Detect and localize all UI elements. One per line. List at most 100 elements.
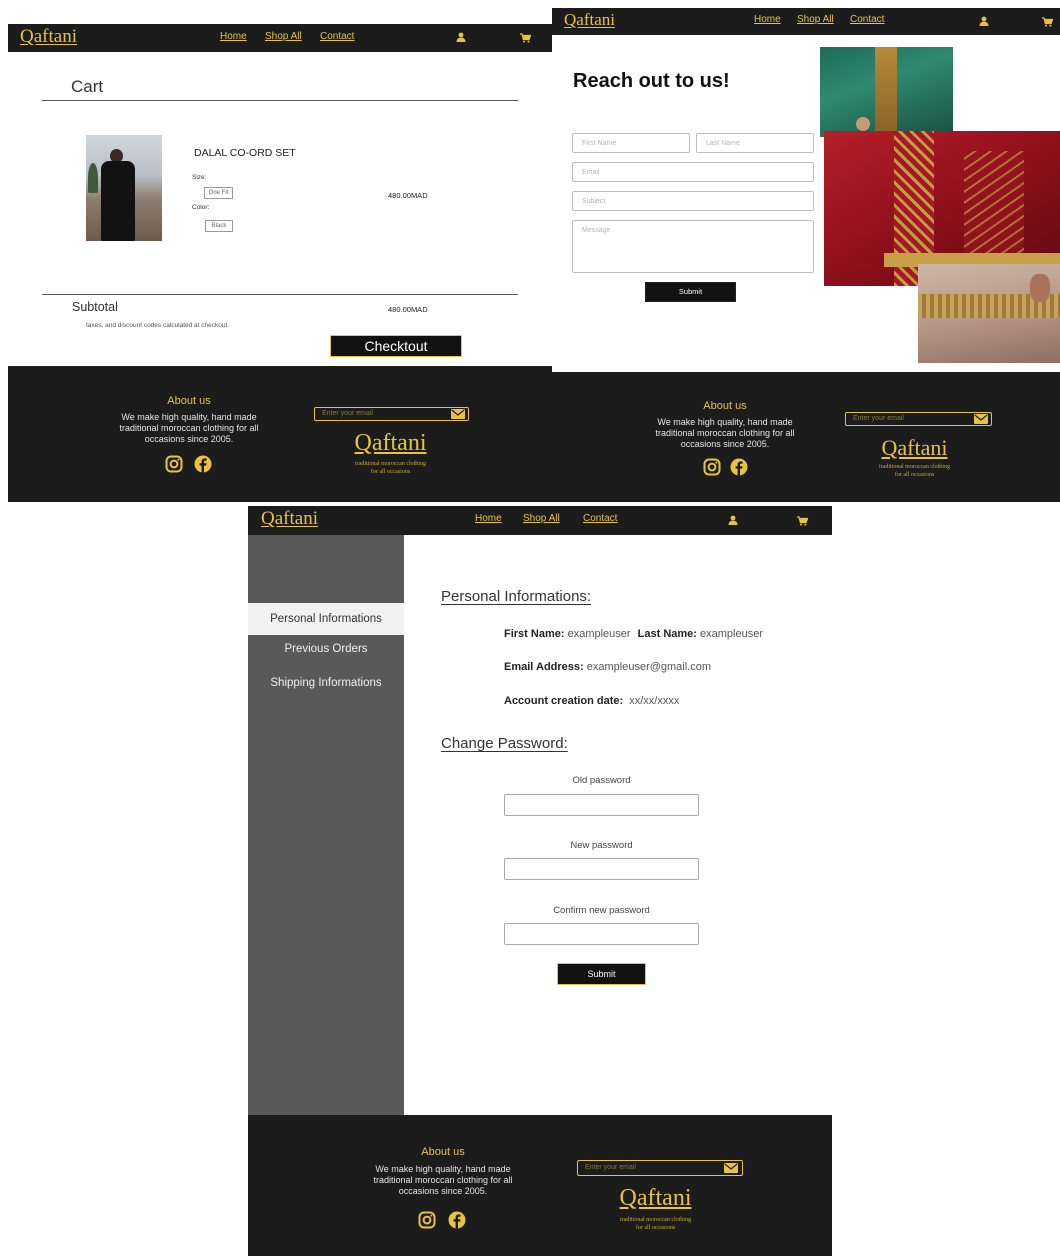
instagram-icon[interactable] bbox=[418, 1211, 436, 1229]
cart-icon[interactable] bbox=[797, 516, 808, 526]
color-option[interactable]: Black bbox=[205, 220, 233, 232]
footer-about-text: We make high quality, hand made traditio… bbox=[119, 412, 259, 444]
first-name-field[interactable]: First Name bbox=[572, 133, 690, 153]
account-page: Qaftani Home Shop All Contact Personal I… bbox=[248, 506, 832, 1256]
first-name-placeholder: First Name bbox=[582, 140, 617, 147]
site-logo[interactable]: Qaftani bbox=[20, 26, 77, 48]
footer: About us We make high quality, hand made… bbox=[552, 372, 1060, 502]
product-image-plant bbox=[88, 163, 98, 193]
newsletter-email-placeholder: Enter your email bbox=[853, 415, 904, 422]
color-label: Color: bbox=[192, 204, 210, 211]
footer-about-text: We make high quality, hand made traditio… bbox=[655, 417, 795, 449]
first-name-value: exampleuser bbox=[567, 628, 631, 640]
footer-about-title: About us bbox=[703, 400, 747, 412]
contact-page: Qaftani Home Shop All Contact Reach out … bbox=[552, 8, 1060, 502]
facebook-icon[interactable] bbox=[448, 1211, 466, 1229]
subtotal-divider bbox=[42, 294, 518, 295]
footer-about-title: About us bbox=[421, 1146, 465, 1158]
new-password-input[interactable] bbox=[504, 858, 699, 880]
sidebar-item-personal[interactable]: Personal Informations bbox=[248, 603, 404, 635]
product-price: 480.00MAD bbox=[388, 191, 428, 200]
caftan-image-green-hand bbox=[856, 117, 870, 131]
user-icon[interactable] bbox=[979, 16, 989, 26]
last-name-value: exampleuser bbox=[700, 628, 763, 640]
subject-placeholder: Subject bbox=[582, 198, 606, 205]
sidebar-item-shipping[interactable]: Shipping Informations bbox=[248, 677, 404, 689]
caftan-image-green-trim bbox=[875, 47, 897, 137]
user-icon[interactable] bbox=[728, 515, 738, 525]
creation-row: Account creation date: xx/xx/xxxx bbox=[504, 695, 679, 707]
navbar: Qaftani Home Shop All Contact bbox=[248, 506, 832, 535]
message-field[interactable]: Message bbox=[572, 220, 814, 273]
confirm-password-input[interactable] bbox=[504, 923, 699, 945]
nav-contact-link[interactable]: Contact bbox=[320, 31, 354, 42]
first-name-label: First Name: bbox=[504, 628, 565, 640]
nav-shop-all-link[interactable]: Shop All bbox=[797, 14, 834, 25]
subject-field[interactable]: Subject bbox=[572, 191, 814, 211]
user-icon[interactable] bbox=[456, 32, 466, 42]
instagram-icon[interactable] bbox=[165, 455, 183, 473]
nav-home-link[interactable]: Home bbox=[475, 513, 502, 524]
last-name-label: Last Name: bbox=[637, 628, 697, 640]
email-field[interactable]: Email bbox=[572, 162, 814, 182]
footer-tagline-2: for all occasions bbox=[635, 1225, 676, 1231]
site-logo[interactable]: Qaftani bbox=[261, 508, 318, 530]
cart-icon[interactable] bbox=[1042, 17, 1053, 27]
footer-logo: Qaftani bbox=[619, 1185, 692, 1211]
nav-home-link[interactable]: Home bbox=[220, 31, 247, 42]
email-label: Email Address: bbox=[504, 661, 584, 673]
product-image-dress bbox=[101, 161, 135, 241]
product-name[interactable]: DALAL CO-ORD SET bbox=[194, 147, 296, 159]
cart-title-divider bbox=[42, 100, 518, 101]
nav-shop-all-link[interactable]: Shop All bbox=[265, 31, 302, 42]
personal-info-title: Personal Informations: bbox=[441, 588, 592, 605]
name-row: First Name: exampleuser Last Name: examp… bbox=[504, 628, 763, 640]
newsletter-email-input[interactable]: Enter your email bbox=[845, 412, 992, 426]
footer-tagline-1: traditional moroccan clothing bbox=[620, 1217, 691, 1223]
footer: About us We make high quality, hand made… bbox=[248, 1115, 832, 1256]
cart-icon[interactable] bbox=[520, 33, 531, 43]
password-submit-button[interactable]: Submit bbox=[557, 963, 646, 985]
mail-icon[interactable] bbox=[974, 414, 988, 424]
nav-shop-all-link[interactable]: Shop All bbox=[523, 513, 560, 524]
product-image[interactable] bbox=[86, 135, 162, 241]
footer-logo: Qaftani bbox=[881, 435, 948, 460]
caftan-image-green bbox=[820, 47, 953, 137]
last-name-placeholder: Last Name bbox=[706, 140, 740, 147]
newsletter-email-input[interactable]: Enter your email bbox=[577, 1160, 743, 1176]
navbar: Qaftani Home Shop All Contact bbox=[8, 24, 552, 52]
account-sidebar: Personal Informations Previous Orders Sh… bbox=[248, 535, 404, 1115]
mail-icon[interactable] bbox=[451, 409, 465, 419]
footer-tagline-2: for all occasions bbox=[370, 469, 411, 475]
nav-contact-link[interactable]: Contact bbox=[583, 513, 617, 524]
footer-tagline-1: traditional moroccan clothing bbox=[879, 464, 950, 470]
old-password-input[interactable] bbox=[504, 794, 699, 816]
last-name-field[interactable]: Last Name bbox=[696, 133, 814, 153]
cart-title: Cart bbox=[71, 77, 104, 96]
creation-date-value: xx/xx/xxxx bbox=[629, 695, 680, 707]
newsletter-email-placeholder: Enter your email bbox=[322, 410, 373, 417]
nav-home-link[interactable]: Home bbox=[754, 14, 781, 25]
cart-page: Qaftani Home Shop All Contact Cart DALAL… bbox=[8, 24, 552, 502]
checkout-button[interactable]: Checktout bbox=[330, 335, 462, 357]
caftan-image-beige bbox=[918, 264, 1060, 363]
facebook-icon[interactable] bbox=[730, 458, 748, 476]
subtotal-label: Subtotal bbox=[72, 300, 118, 314]
old-password-label: Old password bbox=[572, 775, 631, 786]
nav-contact-link[interactable]: Contact bbox=[850, 14, 884, 25]
email-row: Email Address: exampleuser@gmail.com bbox=[504, 661, 711, 673]
size-option[interactable]: One Fit bbox=[204, 187, 233, 199]
instagram-icon[interactable] bbox=[703, 458, 721, 476]
facebook-icon[interactable] bbox=[194, 455, 212, 473]
footer-logo: Qaftani bbox=[354, 430, 427, 456]
footer-tagline-2: for all occasions bbox=[894, 472, 935, 478]
contact-submit-button[interactable]: Submit bbox=[645, 282, 736, 302]
mail-icon[interactable] bbox=[724, 1163, 738, 1173]
sidebar-item-orders[interactable]: Previous Orders bbox=[248, 643, 404, 655]
newsletter-email-input[interactable]: Enter your email bbox=[314, 407, 469, 421]
footer-about-text: We make high quality, hand made traditio… bbox=[373, 1164, 513, 1196]
site-logo[interactable]: Qaftani bbox=[564, 10, 615, 30]
contact-title: Reach out to us! bbox=[573, 70, 730, 92]
caftan-image-beige-hand bbox=[1030, 274, 1050, 302]
newsletter-email-placeholder: Enter your email bbox=[585, 1164, 636, 1171]
